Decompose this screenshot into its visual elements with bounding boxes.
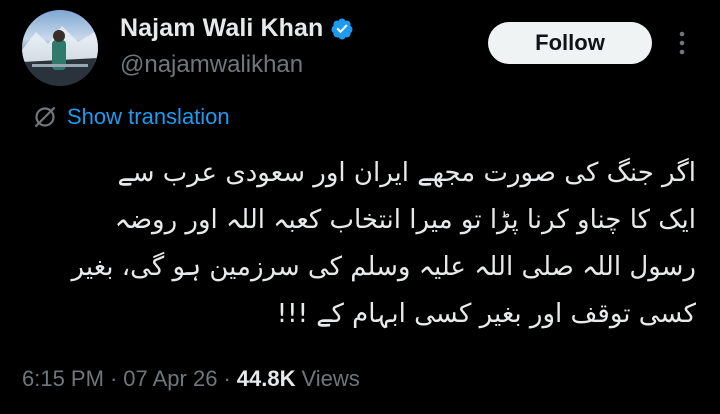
views-label: Views bbox=[301, 366, 360, 391]
tweet-text: اگر جنگ کی صورت مجھے ایران اور سعودی عرب… bbox=[40, 150, 696, 338]
tweet-date[interactable]: 07 Apr 26 bbox=[123, 366, 217, 392]
meta-separator: · bbox=[109, 366, 118, 391]
show-translation-row[interactable]: Show translation bbox=[32, 104, 230, 130]
follow-button[interactable]: Follow bbox=[488, 22, 652, 64]
show-translation-link[interactable]: Show translation bbox=[67, 104, 230, 130]
avatar[interactable] bbox=[22, 10, 98, 86]
author-handle[interactable]: @najamwalikhan bbox=[120, 51, 303, 79]
tweet-text-line: کسی توقف اور بغیر کسی ابہام کے !!! bbox=[276, 299, 696, 329]
tweet-time[interactable]: 6:15 PM bbox=[22, 366, 104, 392]
more-options-icon[interactable] bbox=[670, 26, 694, 60]
views-count[interactable]: 44.8K bbox=[237, 366, 296, 392]
author-name-row: Najam Wali Khan bbox=[120, 14, 354, 43]
author-display-name[interactable]: Najam Wali Khan bbox=[120, 14, 323, 43]
meta-separator: · bbox=[223, 366, 231, 391]
avatar-image bbox=[22, 26, 98, 86]
tweet-text-line: اگر جنگ کی صورت مجھے ایران اور سعودی عرب… bbox=[117, 158, 696, 188]
globe-icon bbox=[32, 104, 58, 130]
tweet-text-line: ایک کا چناو کرنا پڑا تو میرا انتخاب کعبہ… bbox=[114, 205, 696, 235]
tweet-meta: 6:15 PM · 07 Apr 26 · 44.8K Views bbox=[22, 366, 360, 392]
verified-badge-icon bbox=[330, 17, 354, 41]
tweet-text-line: رسول اللہ صلی اللہ علیہ وسلم کی سرزمین ہ… bbox=[71, 252, 696, 282]
